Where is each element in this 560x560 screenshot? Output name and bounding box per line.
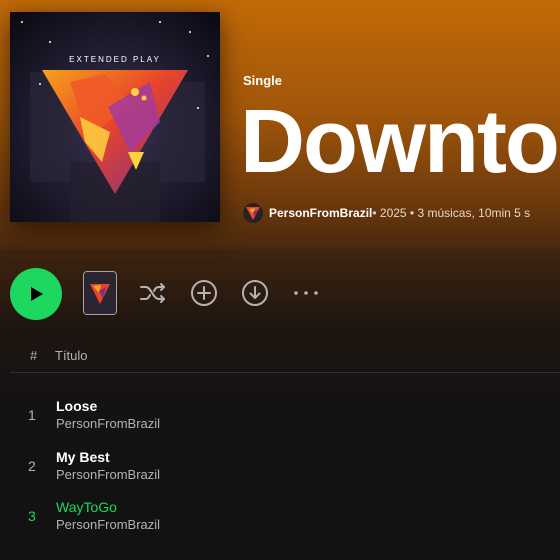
- shuffle-button[interactable]: [138, 278, 168, 308]
- cover-text: EXTENDED PLAY: [69, 55, 161, 64]
- album-thumbnail-image: [84, 272, 116, 314]
- track-row-playing[interactable]: 3 WayToGo PersonFromBrazil: [0, 499, 560, 543]
- download-button[interactable]: [240, 278, 270, 308]
- add-to-library-button[interactable]: [189, 278, 219, 308]
- play-icon: [31, 287, 43, 301]
- track-artist[interactable]: PersonFromBrazil: [56, 517, 160, 532]
- artist-link[interactable]: PersonFromBrazil: [269, 206, 372, 220]
- tracklist-header: # Título: [0, 348, 560, 368]
- play-button[interactable]: [10, 268, 62, 320]
- album-cover: EXTENDED PLAY: [10, 12, 220, 222]
- more-options-button[interactable]: [291, 278, 321, 308]
- track-row[interactable]: 1 Loose PersonFromBrazil: [0, 398, 560, 442]
- track-title[interactable]: Loose: [56, 398, 97, 414]
- track-title[interactable]: WayToGo: [56, 499, 117, 515]
- column-title-header[interactable]: Título: [55, 348, 88, 363]
- track-artist[interactable]: PersonFromBrazil: [56, 467, 160, 482]
- download-icon: [242, 280, 268, 306]
- album-meta: PersonFromBrazil • 2025 • 3 músicas, 10m…: [243, 203, 530, 223]
- plus-circle-icon: [191, 280, 217, 306]
- column-number-header: #: [30, 348, 38, 363]
- album-details: • 2025 • 3 músicas, 10min 5 s: [372, 206, 531, 220]
- track-number: 3: [28, 508, 36, 524]
- artist-avatar[interactable]: [243, 203, 263, 223]
- shuffle-icon: [140, 283, 165, 303]
- track-row[interactable]: 2 My Best PersonFromBrazil: [0, 449, 560, 493]
- track-number: 2: [28, 458, 36, 474]
- track-title[interactable]: My Best: [56, 449, 110, 465]
- more-icon: [294, 291, 318, 295]
- album-thumbnail-button[interactable]: [83, 271, 117, 315]
- track-number: 1: [28, 407, 36, 423]
- track-artist[interactable]: PersonFromBrazil: [56, 416, 160, 431]
- album-type-label: Single: [243, 73, 283, 88]
- header-divider: [10, 372, 560, 373]
- album-title: Downto: [240, 92, 560, 192]
- cover-art-image: EXTENDED PLAY: [10, 12, 220, 222]
